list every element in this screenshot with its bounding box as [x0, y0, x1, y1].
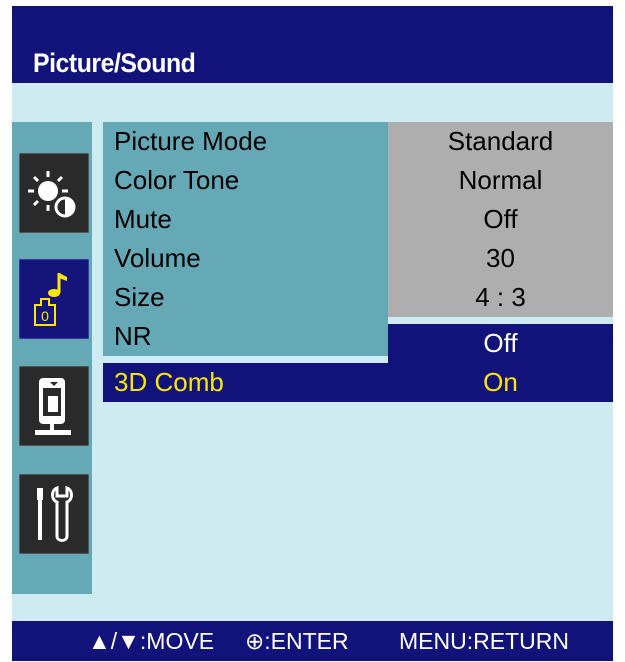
menu-label: Mute: [103, 200, 388, 239]
menu-title: Picture/Sound: [33, 48, 196, 78]
title-bar: Picture/Sound: [12, 6, 613, 83]
menu-value: Normal: [388, 161, 613, 200]
tools-icon[interactable]: [19, 474, 89, 554]
help-bar: ▲/▼:MOVE ⊕:ENTER MENU:RETURN: [12, 621, 613, 661]
osd-screen: Picture/Sound 0 Picture Mode Standard Co…: [12, 6, 613, 661]
menu-row-color-tone[interactable]: Color Tone Normal: [103, 161, 613, 200]
menu-label: 3D Comb: [103, 363, 388, 402]
menu-value: 4 : 3: [388, 278, 613, 317]
display-setup-icon[interactable]: [19, 366, 89, 446]
menu-label: Size: [103, 278, 388, 317]
menu-row-volume[interactable]: Volume 30: [103, 239, 613, 278]
menu-row-mute[interactable]: Mute Off: [103, 200, 613, 239]
menu-label: Picture Mode: [103, 122, 388, 161]
move-hint: ▲/▼:MOVE: [88, 628, 215, 654]
menu-value: Standard: [388, 122, 613, 161]
icon-sidebar: 0: [12, 122, 92, 594]
svg-text:0: 0: [41, 308, 49, 324]
menu-value: Off: [388, 200, 613, 239]
menu-label: Volume: [103, 239, 388, 278]
music-note-icon[interactable]: 0: [19, 259, 89, 339]
brightness-contrast-icon[interactable]: [19, 153, 89, 233]
return-hint: MENU:RETURN: [399, 628, 569, 654]
menu-value: 30: [388, 239, 613, 278]
enter-hint: ⊕:ENTER: [245, 628, 349, 654]
menu-row-picture-mode[interactable]: Picture Mode Standard: [103, 122, 613, 161]
menu-row-nr[interactable]: NR Off: [103, 317, 613, 363]
menu-row-size[interactable]: Size 4 : 3: [103, 278, 613, 317]
menu-row-3d-comb[interactable]: 3D Comb On: [103, 363, 613, 402]
menu-value: On: [388, 363, 613, 402]
menu-value: Off: [388, 324, 613, 363]
menu-label: NR: [103, 317, 388, 356]
menu-label: Color Tone: [103, 161, 388, 200]
